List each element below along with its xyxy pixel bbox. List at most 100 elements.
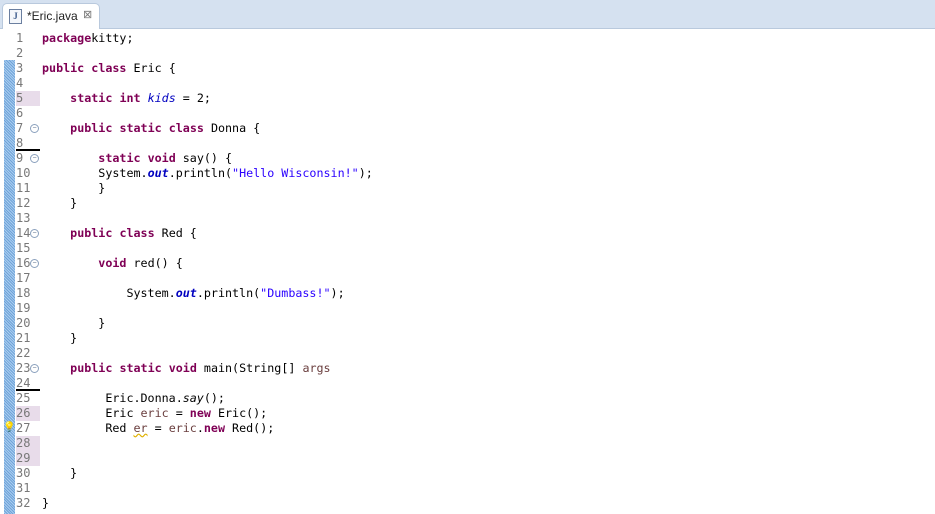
line-number: 28 [16, 436, 40, 451]
code-text: Red er = eric.new Red(); [42, 421, 274, 436]
code-token: } [42, 331, 78, 345]
code-token: say [182, 391, 204, 405]
code-token: "Hello Wisconsin!" [232, 166, 359, 180]
code-token: package [42, 31, 92, 45]
code-line[interactable]: 4 [0, 76, 935, 91]
fold-toggle-icon[interactable]: − [30, 124, 39, 133]
code-line[interactable]: 28 [0, 436, 935, 451]
code-token: = [168, 406, 190, 420]
code-line[interactable]: 1 packagekitty; [0, 31, 935, 46]
code-token: eric [168, 421, 197, 435]
code-line[interactable]: 13 [0, 211, 935, 226]
code-text: } [42, 316, 105, 331]
code-line[interactable]: 8 [0, 136, 935, 151]
code-line[interactable]: 32} [0, 496, 935, 511]
code-token: Eric.Donna. [42, 391, 183, 405]
close-tab-icon[interactable]: ⊠ [83, 8, 92, 21]
code-token: say() { [175, 151, 233, 165]
code-token: } [42, 316, 106, 330]
code-token: System. [42, 166, 148, 180]
code-token: eric [140, 406, 169, 420]
line-number: 2 [16, 46, 24, 60]
quick-fix-warning-icon[interactable]: 💡 [3, 422, 15, 434]
code-line[interactable]: 16− void red() { [0, 256, 935, 271]
line-number: 21 [16, 331, 31, 345]
code-line[interactable]: 6 [0, 106, 935, 121]
code-text: static int kids = 2; [42, 91, 211, 106]
code-token: void [168, 361, 197, 375]
code-token: public [70, 226, 113, 240]
code-token: Eric [42, 406, 141, 420]
line-number: 20 [16, 316, 31, 330]
code-token: } [42, 496, 50, 510]
code-line[interactable]: 15 [0, 241, 935, 256]
line-number: 1 [16, 31, 24, 45]
code-token: public [42, 61, 85, 75]
code-token: red() { [126, 256, 183, 270]
code-token: args [302, 361, 331, 375]
code-text: public class Red { [42, 226, 197, 241]
code-line[interactable]: 17 [0, 271, 935, 286]
code-line[interactable]: 14− public class Red { [0, 226, 935, 241]
code-text: } [42, 496, 49, 511]
code-token: kids [147, 91, 176, 105]
java-file-icon: J [9, 9, 22, 24]
code-line[interactable]: 23− public static void main(String[] arg… [0, 361, 935, 376]
code-line[interactable]: 25 Eric.Donna.say(); [0, 391, 935, 406]
code-line[interactable]: 27 💡 Red er = eric.new Red(); [0, 421, 935, 436]
code-line[interactable]: 20 } [0, 316, 935, 331]
code-line[interactable]: 12 } [0, 196, 935, 211]
code-line[interactable]: 11 } [0, 181, 935, 196]
line-number: 10 [16, 166, 31, 180]
code-token: Red(); [225, 421, 275, 435]
code-token: er [133, 421, 148, 435]
code-token: main(String[] [196, 361, 303, 375]
fold-toggle-icon[interactable]: − [30, 229, 39, 238]
code-token: static [98, 151, 141, 165]
fold-toggle-icon[interactable]: − [30, 154, 39, 163]
code-token: void [98, 256, 127, 270]
code-token: = [147, 421, 169, 435]
code-line[interactable]: 22 [0, 346, 935, 361]
code-text: public static void main(String[] args [42, 361, 331, 376]
code-line[interactable]: 2 [0, 46, 935, 61]
line-number: 32 [16, 496, 31, 510]
code-line[interactable]: 5 static int kids = 2; [0, 91, 935, 106]
code-line[interactable]: 24 [0, 376, 935, 391]
line-number: 24 [16, 376, 40, 391]
code-line[interactable]: 21 } [0, 331, 935, 346]
code-token: Red { [154, 226, 197, 240]
code-token: .println( [196, 286, 261, 300]
code-token: new [189, 406, 211, 420]
code-text: packagekitty; [42, 31, 134, 46]
code-line[interactable]: 19 [0, 301, 935, 316]
fold-toggle-icon[interactable]: − [30, 364, 39, 373]
line-number: 11 [16, 181, 31, 195]
code-line[interactable]: 31 [0, 481, 935, 496]
code-line[interactable]: 30 } [0, 466, 935, 481]
code-token: = 2; [175, 91, 211, 105]
code-token: System. [42, 286, 176, 300]
code-line[interactable]: 9− static void say() { [0, 151, 935, 166]
code-text: static void say() { [42, 151, 232, 166]
tab-eric-java[interactable]: J *Eric.java ⊠ [2, 3, 100, 29]
code-token: out [175, 286, 197, 300]
code-line[interactable]: 7− public static class Donna { [0, 121, 935, 136]
line-number: 26 [16, 406, 40, 421]
code-text: Eric eric = new Eric(); [42, 406, 267, 421]
code-line[interactable]: 29 [0, 451, 935, 466]
code-token: Donna { [203, 121, 261, 135]
line-number: 18 [16, 286, 31, 300]
code-line[interactable]: 26 Eric eric = new Eric(); [0, 406, 935, 421]
code-token: out [147, 166, 169, 180]
code-line[interactable]: 3 public class Eric { [0, 61, 935, 76]
fold-toggle-icon[interactable]: − [30, 259, 39, 268]
code-line[interactable]: 18 System.out.println("Dumbass!"); [0, 286, 935, 301]
code-line[interactable]: 10 System.out.println("Hello Wisconsin!"… [0, 166, 935, 181]
code-editor[interactable]: 1 packagekitty; 2 3 public class Eric {4 5 st… [0, 29, 935, 514]
code-text: public static class Donna { [42, 121, 260, 136]
